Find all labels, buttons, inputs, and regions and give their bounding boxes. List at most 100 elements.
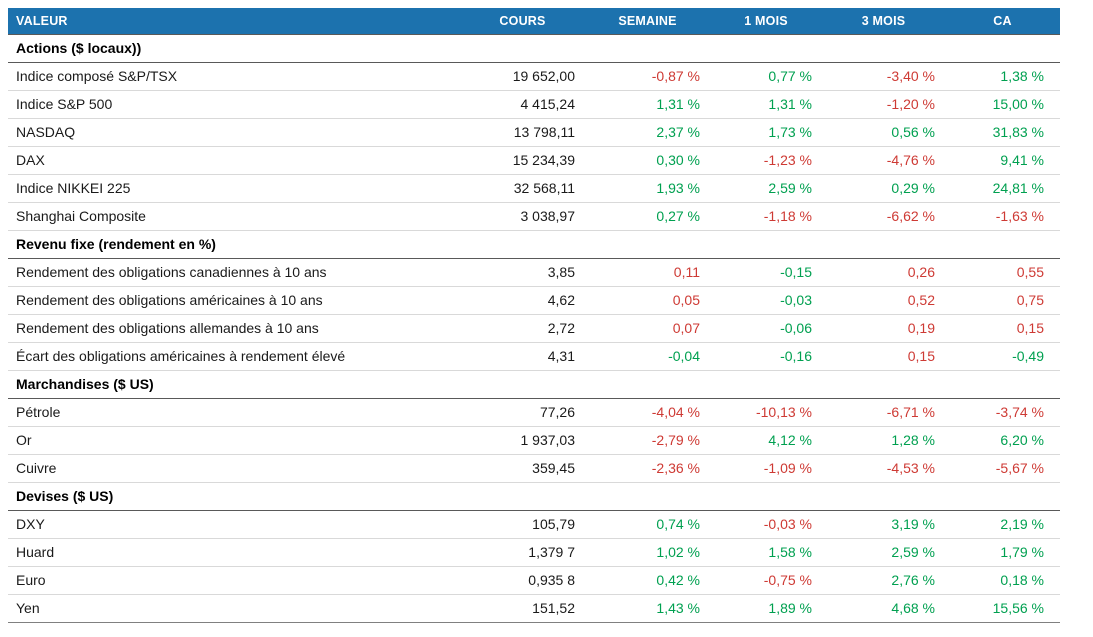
- table-row: Euro0,935 80,42 %-0,75 %2,76 %0,18 %: [8, 566, 1060, 594]
- row-label: Rendement des obligations canadiennes à …: [8, 258, 460, 286]
- column-header-valeur: VALEUR: [8, 8, 460, 34]
- column-header-3mois: 3 MOIS: [822, 8, 945, 34]
- table-body: Actions ($ locaux))Indice composé S&P/TS…: [8, 34, 1060, 622]
- 3mois-value: -6,62 %: [822, 202, 945, 230]
- 3mois-value: 0,56 %: [822, 118, 945, 146]
- 3mois-value: 1,28 %: [822, 426, 945, 454]
- cours-value: 1,379 7: [460, 538, 585, 566]
- semaine-value: 0,74 %: [585, 510, 710, 538]
- 1mois-value: 1,31 %: [710, 90, 822, 118]
- cours-value: 151,52: [460, 594, 585, 622]
- 1mois-value: -1,23 %: [710, 146, 822, 174]
- table-row: DAX15 234,390,30 %-1,23 %-4,76 %9,41 %: [8, 146, 1060, 174]
- row-label: DAX: [8, 146, 460, 174]
- ca-value: 15,00 %: [945, 90, 1060, 118]
- 3mois-value: 4,68 %: [822, 594, 945, 622]
- 1mois-value: -0,03 %: [710, 510, 822, 538]
- 3mois-value: 3,19 %: [822, 510, 945, 538]
- section-title: Marchandises ($ US): [8, 370, 1060, 398]
- table-row: Rendement des obligations américaines à …: [8, 286, 1060, 314]
- 1mois-value: 1,73 %: [710, 118, 822, 146]
- cours-value: 3 038,97: [460, 202, 585, 230]
- semaine-value: 0,27 %: [585, 202, 710, 230]
- table-row: Shanghai Composite3 038,970,27 %-1,18 %-…: [8, 202, 1060, 230]
- semaine-value: 1,93 %: [585, 174, 710, 202]
- table-row: Rendement des obligations allemandes à 1…: [8, 314, 1060, 342]
- row-label: Cuivre: [8, 454, 460, 482]
- semaine-value: -4,04 %: [585, 398, 710, 426]
- section-title: Revenu fixe (rendement en %): [8, 230, 1060, 258]
- ca-value: 2,19 %: [945, 510, 1060, 538]
- ca-value: 0,55: [945, 258, 1060, 286]
- section-row: Actions ($ locaux)): [8, 34, 1060, 62]
- row-label: Pétrole: [8, 398, 460, 426]
- 3mois-value: -4,76 %: [822, 146, 945, 174]
- table-header-row: VALEUR COURS SEMAINE 1 MOIS 3 MOIS CA: [8, 8, 1060, 34]
- cours-value: 32 568,11: [460, 174, 585, 202]
- semaine-value: -0,87 %: [585, 62, 710, 90]
- 1mois-value: -0,03: [710, 286, 822, 314]
- table-row: Indice NIKKEI 22532 568,111,93 %2,59 %0,…: [8, 174, 1060, 202]
- ca-value: -0,49: [945, 342, 1060, 370]
- row-label: Indice S&P 500: [8, 90, 460, 118]
- 1mois-value: -10,13 %: [710, 398, 822, 426]
- cours-value: 2,72: [460, 314, 585, 342]
- 3mois-value: 0,52: [822, 286, 945, 314]
- 1mois-value: -1,18 %: [710, 202, 822, 230]
- 1mois-value: 4,12 %: [710, 426, 822, 454]
- 1mois-value: -0,75 %: [710, 566, 822, 594]
- 1mois-value: -0,16: [710, 342, 822, 370]
- 3mois-value: 0,26: [822, 258, 945, 286]
- cours-value: 77,26: [460, 398, 585, 426]
- cours-value: 19 652,00: [460, 62, 585, 90]
- 3mois-value: 0,19: [822, 314, 945, 342]
- section-row: Revenu fixe (rendement en %): [8, 230, 1060, 258]
- row-label: Indice NIKKEI 225: [8, 174, 460, 202]
- 1mois-value: -1,09 %: [710, 454, 822, 482]
- 3mois-value: -4,53 %: [822, 454, 945, 482]
- cours-value: 0,935 8: [460, 566, 585, 594]
- semaine-value: 1,43 %: [585, 594, 710, 622]
- section-title: Devises ($ US): [8, 482, 1060, 510]
- ca-value: 0,15: [945, 314, 1060, 342]
- table-row: Cuivre359,45-2,36 %-1,09 %-4,53 %-5,67 %: [8, 454, 1060, 482]
- ca-value: 6,20 %: [945, 426, 1060, 454]
- semaine-value: 2,37 %: [585, 118, 710, 146]
- market-summary-page: VALEUR COURS SEMAINE 1 MOIS 3 MOIS CA Ac…: [0, 0, 1093, 637]
- 3mois-value: -1,20 %: [822, 90, 945, 118]
- section-title: Actions ($ locaux)): [8, 34, 1060, 62]
- semaine-value: 0,07: [585, 314, 710, 342]
- 3mois-value: 0,15: [822, 342, 945, 370]
- semaine-value: 0,42 %: [585, 566, 710, 594]
- ca-value: 1,79 %: [945, 538, 1060, 566]
- cours-value: 3,85: [460, 258, 585, 286]
- 3mois-value: -3,40 %: [822, 62, 945, 90]
- row-label: Or: [8, 426, 460, 454]
- row-label: Rendement des obligations américaines à …: [8, 286, 460, 314]
- row-label: NASDAQ: [8, 118, 460, 146]
- semaine-value: -2,36 %: [585, 454, 710, 482]
- section-row: Marchandises ($ US): [8, 370, 1060, 398]
- table-row: Huard1,379 71,02 %1,58 %2,59 %1,79 %: [8, 538, 1060, 566]
- row-label: Yen: [8, 594, 460, 622]
- ca-value: 15,56 %: [945, 594, 1060, 622]
- ca-value: 9,41 %: [945, 146, 1060, 174]
- table-row: Pétrole77,26-4,04 %-10,13 %-6,71 %-3,74 …: [8, 398, 1060, 426]
- ca-value: 31,83 %: [945, 118, 1060, 146]
- table-row: Indice S&P 5004 415,241,31 %1,31 %-1,20 …: [8, 90, 1060, 118]
- column-header-cours: COURS: [460, 8, 585, 34]
- table-row: Yen151,521,43 %1,89 %4,68 %15,56 %: [8, 594, 1060, 622]
- table-row: Or1 937,03-2,79 %4,12 %1,28 %6,20 %: [8, 426, 1060, 454]
- 1mois-value: 1,89 %: [710, 594, 822, 622]
- semaine-value: 0,11: [585, 258, 710, 286]
- ca-value: -3,74 %: [945, 398, 1060, 426]
- 1mois-value: 1,58 %: [710, 538, 822, 566]
- ca-value: -1,63 %: [945, 202, 1060, 230]
- row-label: Huard: [8, 538, 460, 566]
- row-label: Euro: [8, 566, 460, 594]
- cours-value: 4,31: [460, 342, 585, 370]
- table-row: Indice composé S&P/TSX19 652,00-0,87 %0,…: [8, 62, 1060, 90]
- table-row: Écart des obligations américaines à rend…: [8, 342, 1060, 370]
- table-row: Rendement des obligations canadiennes à …: [8, 258, 1060, 286]
- cours-value: 13 798,11: [460, 118, 585, 146]
